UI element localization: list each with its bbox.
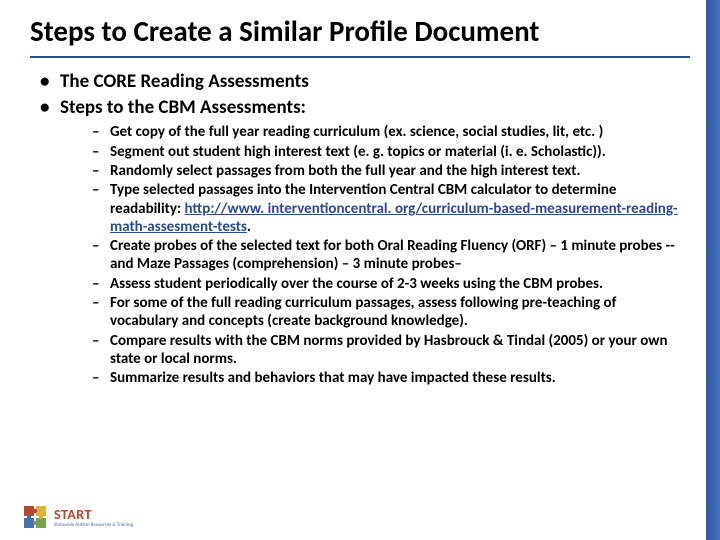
slide: Steps to Create a Similar Profile Docume… [0,0,720,540]
list-item: Get copy of the full year reading curric… [92,123,680,141]
list-item: Type selected passages into the Interven… [92,181,680,236]
slide-body: The CORE Reading Assessments Steps to th… [0,70,720,388]
right-accent-bar [706,0,720,540]
puzzle-icon [22,504,48,530]
list-item: Create probes of the selected text for b… [92,237,680,274]
title-underline [30,56,690,58]
list-item: The CORE Reading Assessments [40,70,680,94]
list-item: Segment out student high interest text (… [92,143,680,161]
logo-text-block: START Statewide Autism Resources & Train… [54,506,133,528]
footer-logo: START Statewide Autism Resources & Train… [22,504,133,530]
list-item: Compare results with the CBM norms provi… [92,332,680,369]
logo-subtext: Statewide Autism Resources & Training [54,522,133,528]
list-item: Randomly select passages from both the f… [92,162,680,180]
readability-link[interactable]: http://www. interventioncentral. org/cur… [110,200,678,236]
list-item: Summarize results and behaviors that may… [92,369,680,387]
list-item: Steps to the CBM Assessments: Get copy o… [40,96,680,388]
bullet-list-level2: Get copy of the full year reading curric… [60,123,680,387]
list-item: Assess student periodically over the cou… [92,275,680,293]
list-item: For some of the full reading curriculum … [92,294,680,331]
slide-title: Steps to Create a Similar Profile Docume… [0,0,720,56]
logo-text: START [54,506,133,523]
bullet-list-level1: The CORE Reading Assessments Steps to th… [40,70,680,388]
